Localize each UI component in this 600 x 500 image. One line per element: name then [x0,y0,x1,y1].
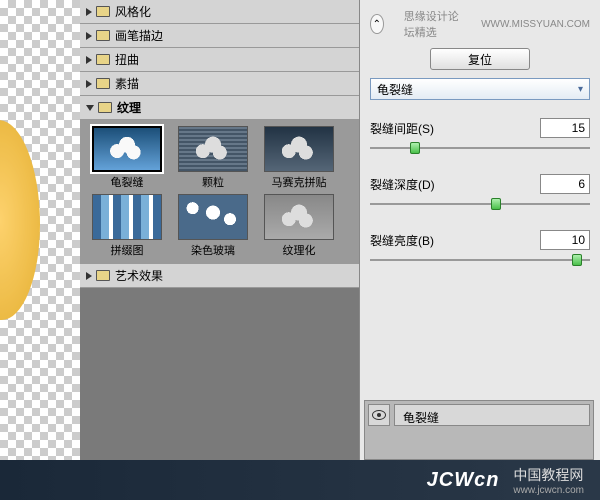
chevron-right-icon [86,80,92,88]
folder-icon [96,54,110,65]
thumb-label: 拼缀图 [111,242,144,258]
crack-depth-slider[interactable] [370,196,590,212]
effect-layers-panel: 龟裂缝 [364,400,594,460]
param-crack-depth: 裂缝深度(D) [370,164,590,212]
folder-icon [96,30,110,41]
category-label: 风格化 [115,3,151,20]
chevron-right-icon [86,272,92,280]
chevron-down-icon: ▾ [578,84,583,95]
param-label: 裂缝深度(D) [370,176,435,193]
thumb-stained-glass[interactable]: 染色玻璃 [172,194,254,258]
category-texture[interactable]: 纹理 [80,96,359,120]
effect-layer-label[interactable]: 龟裂缝 [394,404,590,426]
chevron-right-icon [86,32,92,40]
slider-track [370,203,590,205]
chevron-up-icon: ⌃ [373,19,381,30]
category-label: 素描 [115,75,139,92]
dropdown-selected: 龟裂缝 [377,81,413,98]
thumb-label: 马赛克拼贴 [272,174,327,190]
reset-button[interactable]: 复位 [430,48,530,70]
folder-icon [96,270,110,281]
category-artistic[interactable]: 艺术效果 [80,264,359,288]
footer-logo: JCWcn [427,469,500,492]
chevron-right-icon [86,8,92,16]
visibility-toggle[interactable] [368,404,390,426]
texture-thumbs: 龟裂缝 颗粒 马赛克拼贴 拼缀图 染色玻璃 纹理化 [80,120,359,264]
param-label: 裂缝亮度(B) [370,232,434,249]
crack-brightness-slider[interactable] [370,252,590,268]
thumb-craquelure[interactable]: 龟裂缝 [86,126,168,190]
crack-depth-input[interactable] [540,174,590,194]
slider-track [370,147,590,149]
thumb-label: 龟裂缝 [111,174,144,190]
crack-brightness-input[interactable] [540,230,590,250]
thumb-label: 染色玻璃 [191,242,235,258]
category-brush[interactable]: 画笔描边 [80,24,359,48]
folder-icon [96,6,110,17]
param-crack-brightness: 裂缝亮度(B) [370,220,590,268]
category-label: 艺术效果 [115,267,163,284]
category-distort[interactable]: 扭曲 [80,48,359,72]
slider-track [370,259,590,261]
filter-dropdown[interactable]: 龟裂缝 ▾ [370,78,590,100]
folder-icon [98,102,112,113]
thumb-texturizer[interactable]: 纹理化 [258,194,340,258]
chevron-down-icon [86,105,94,111]
slider-thumb[interactable] [491,198,501,210]
watermark-footer: JCWcn 中国教程网 www.jcwcn.com [0,460,600,500]
header-title: 思缘设计论坛精选 [404,8,461,40]
crack-spacing-slider[interactable] [370,140,590,156]
slider-thumb[interactable] [410,142,420,154]
canvas-area[interactable] [0,0,80,500]
param-label: 裂缝间距(S) [370,120,434,137]
thumb-label: 纹理化 [283,242,316,258]
category-label: 扭曲 [115,51,139,68]
collapse-button[interactable]: ⌃ [370,14,384,34]
category-stylize[interactable]: 风格化 [80,0,359,24]
category-sketch[interactable]: 素描 [80,72,359,96]
thumb-patchwork[interactable]: 拼缀图 [86,194,168,258]
crack-spacing-input[interactable] [540,118,590,138]
param-crack-spacing: 裂缝间距(S) [370,108,590,156]
thumb-grain[interactable]: 颗粒 [172,126,254,190]
category-label: 纹理 [117,99,141,116]
folder-icon [96,78,110,89]
slider-thumb[interactable] [572,254,582,266]
filter-gallery-panel: 风格化 画笔描边 扭曲 素描 纹理 龟裂缝 颗粒 马赛克拼贴 拼缀图 染色玻璃 … [80,0,360,500]
thumb-mosaic[interactable]: 马赛克拼贴 [258,126,340,190]
chevron-right-icon [86,56,92,64]
canvas-content [0,120,40,320]
category-label: 画笔描边 [115,27,163,44]
eye-icon [372,410,386,420]
header-url: WWW.MISSYUAN.COM [481,19,590,30]
thumb-label: 颗粒 [202,174,224,190]
footer-text: 中国教程网 www.jcwcn.com [513,465,584,496]
